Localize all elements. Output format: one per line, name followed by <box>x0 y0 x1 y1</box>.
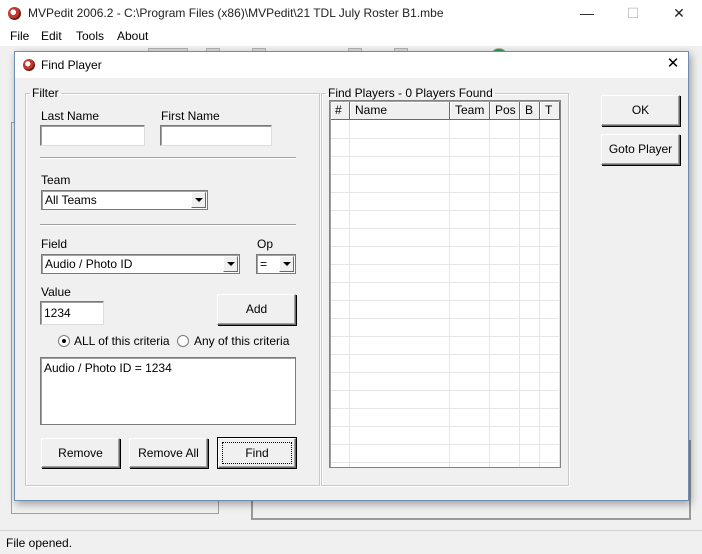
column-header-t[interactable]: T <box>540 102 560 120</box>
grid-row-line <box>331 282 559 283</box>
grid-row-line <box>331 156 559 157</box>
team-label: Team <box>41 173 71 187</box>
filter-legend: Filter <box>32 86 59 100</box>
column-header-number[interactable]: # <box>331 102 350 120</box>
find-button[interactable]: Find <box>217 437 297 469</box>
separator <box>40 157 296 159</box>
field-select[interactable]: Audio / Photo ID <box>41 254 240 274</box>
radio-any-label[interactable]: Any of this criteria <box>194 334 289 348</box>
column-header-b[interactable]: B <box>520 102 540 120</box>
last-name-input[interactable] <box>40 125 145 146</box>
status-text: File opened. <box>6 536 73 550</box>
grid-row-line <box>331 372 559 373</box>
last-name-label: Last Name <box>41 109 100 123</box>
focus-ring <box>222 442 292 464</box>
goto-player-button[interactable]: Goto Player <box>601 134 680 165</box>
menubar: File Edit Tools About <box>0 28 702 46</box>
grid-row-line <box>331 318 559 319</box>
grid-row-line <box>331 462 559 463</box>
minimize-button[interactable]: — <box>564 0 610 28</box>
ok-button[interactable]: OK <box>601 95 680 126</box>
app-icon <box>8 7 21 20</box>
statusbar: File opened. <box>0 530 702 554</box>
grid-row-line <box>331 138 559 139</box>
dialog-titlebar: Find Player ✕ <box>15 52 688 78</box>
grid-row-line <box>331 174 559 175</box>
field-select-value: Audio / Photo ID <box>45 257 133 271</box>
grid-row-line <box>331 228 559 229</box>
op-select-value: = <box>260 257 268 271</box>
value-label: Value <box>41 285 71 299</box>
results-legend: Find Players - 0 Players Found <box>328 86 493 100</box>
menu-about[interactable]: About <box>117 28 148 44</box>
first-name-label: First Name <box>161 109 220 123</box>
first-name-input[interactable] <box>160 125 272 146</box>
value-input[interactable] <box>40 301 104 325</box>
grid-column-line <box>489 120 490 467</box>
dialog-app-icon <box>23 59 35 71</box>
add-button[interactable]: Add <box>217 294 296 325</box>
dialog-close-button[interactable]: ✕ <box>660 53 686 77</box>
op-select[interactable]: = <box>256 254 296 274</box>
op-label: Op <box>257 237 274 251</box>
grid-row-line <box>331 408 559 409</box>
column-header-name[interactable]: Name <box>350 102 450 120</box>
grid-column-line <box>519 120 520 467</box>
separator <box>40 224 296 226</box>
maximize-button[interactable]: ☐ <box>610 0 656 28</box>
chevron-down-icon[interactable] <box>191 192 206 208</box>
remove-all-button[interactable]: Remove All <box>129 438 208 468</box>
grid-column-line <box>349 120 350 467</box>
column-header-team[interactable]: Team <box>450 102 490 120</box>
grid-row-line <box>331 354 559 355</box>
results-grid[interactable]: # Name Team Pos B T <box>329 100 561 468</box>
criteria-list-item[interactable]: Audio / Photo ID = 1234 <box>44 361 292 375</box>
grid-column-line <box>539 120 540 467</box>
grid-row-line <box>331 192 559 193</box>
chevron-down-icon[interactable] <box>223 256 238 272</box>
team-select[interactable]: All Teams <box>41 190 208 210</box>
grid-row-line <box>331 426 559 427</box>
remove-button[interactable]: Remove <box>41 438 120 468</box>
radio-all-label[interactable]: ALL of this criteria <box>74 334 170 348</box>
close-window-button[interactable]: ✕ <box>656 0 702 28</box>
criteria-list[interactable]: Audio / Photo ID = 1234 <box>40 357 296 425</box>
column-header-pos[interactable]: Pos <box>490 102 520 120</box>
radio-all-criteria[interactable] <box>58 335 70 347</box>
grid-row-line <box>331 264 559 265</box>
grid-row-line <box>331 246 559 247</box>
main-window-title: MVPedit 2006.2 - C:\Program Files (x86)\… <box>28 6 444 20</box>
menu-file[interactable]: File <box>10 28 29 44</box>
radio-any-criteria[interactable] <box>177 335 189 347</box>
grid-column-line <box>559 120 560 467</box>
main-window-titlebar: MVPedit 2006.2 - C:\Program Files (x86)\… <box>0 0 702 28</box>
field-label: Field <box>41 237 68 251</box>
chevron-down-icon[interactable] <box>279 256 294 272</box>
menu-tools[interactable]: Tools <box>76 28 104 44</box>
grid-row-line <box>331 336 559 337</box>
grid-row-line <box>331 210 559 211</box>
grid-row-line <box>331 444 559 445</box>
team-select-value: All Teams <box>45 193 97 207</box>
dialog-title: Find Player <box>41 58 102 72</box>
grid-column-line <box>449 120 450 467</box>
grid-row-line <box>331 390 559 391</box>
grid-row-line <box>331 300 559 301</box>
menu-edit[interactable]: Edit <box>41 28 62 44</box>
